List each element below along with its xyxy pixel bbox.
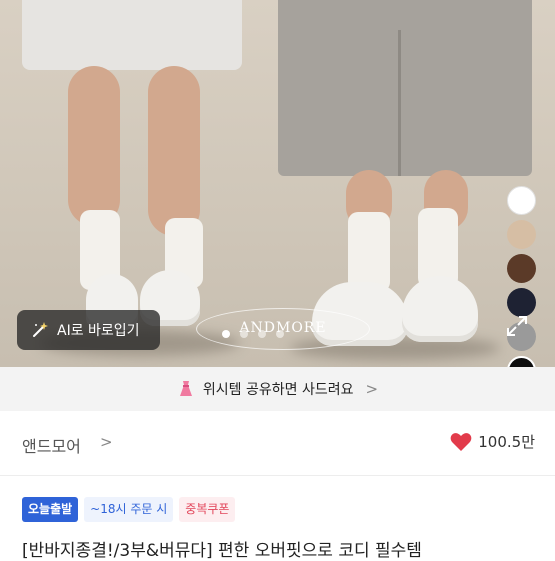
order-cutoff-badge: ~18시 주문 시 [84,497,174,522]
brand-name[interactable]: 앤드모어 [22,433,81,457]
white-shorts [22,0,242,70]
color-swatch-selected[interactable] [507,356,536,367]
wishlist-share-banner[interactable]: 위시템 공유하면 사드려요 > [0,367,555,411]
expand-icon[interactable] [505,314,529,338]
brand-watermark: ANDMORE [196,308,370,350]
carousel-dot[interactable] [276,330,284,338]
product-badges: 오늘출발 ~18시 주문 시 중복쿠폰 [22,497,236,522]
color-swatch[interactable] [507,288,536,317]
carousel-dot[interactable] [222,330,230,338]
ai-try-on-label: AI로 바로입기 [57,323,140,339]
heart-icon [450,432,472,451]
leg [68,66,120,226]
wishlist-share-text: 위시템 공유하면 사드려요 [202,382,354,398]
gray-shorts [278,0,532,176]
ai-try-on-button[interactable]: AI로 바로입기 [17,310,160,350]
color-swatches [507,186,536,367]
product-title: [반바지종결!/3부&버뮤다] 편한 오버핏으로 코디 필수템 [22,541,422,561]
leg [148,66,200,236]
carousel-dot[interactable] [240,330,248,338]
product-image[interactable]: ANDMORE AI로 바로입기 [0,0,555,367]
dress-icon [179,381,192,396]
today-shipping-badge: 오늘출발 [22,497,79,522]
like-count: 100.5만 [478,433,535,451]
color-swatch[interactable] [507,220,536,249]
coupon-badge: 중복쿠폰 [179,497,236,522]
color-swatch[interactable] [507,186,536,215]
brand-row: 앤드모어 > 100.5만 [0,411,555,476]
chevron-right-icon[interactable]: > [100,433,113,451]
like-button[interactable]: 100.5만 [450,431,535,452]
chevron-right-icon: > [365,380,379,398]
shoe [402,276,478,342]
color-swatch[interactable] [507,254,536,283]
magic-wand-icon [33,322,48,337]
sock [348,212,390,292]
carousel-dots [222,330,284,338]
carousel-dot[interactable] [258,330,266,338]
